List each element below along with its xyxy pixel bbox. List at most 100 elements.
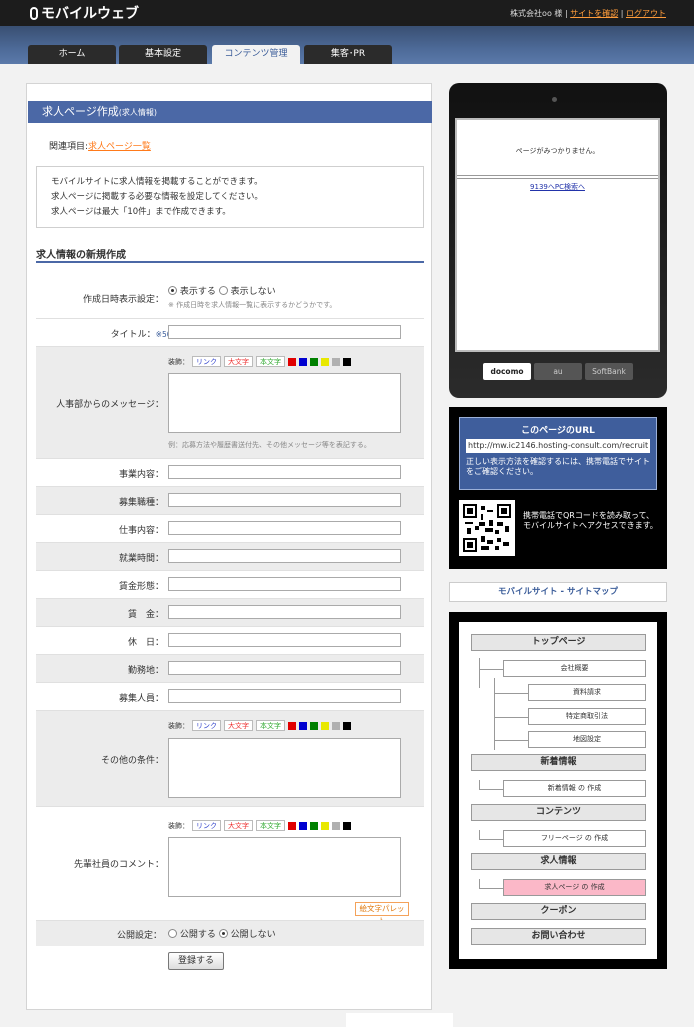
color-green-swatch[interactable] (310, 357, 318, 366)
form-row-location: 勤務地： (36, 654, 424, 682)
wage-type-input[interactable] (168, 577, 401, 591)
url-field[interactable]: http://mw.ic2146.hosting-consult.com/rec… (466, 439, 650, 453)
page-title-text: 求人ページ作成 (42, 105, 119, 118)
color-yellow-swatch[interactable] (321, 821, 329, 830)
sitemap-coupon[interactable]: クーポン (471, 903, 646, 920)
deco-toolbar: 装飾： リンク 大文字 本文字 (168, 820, 351, 831)
deco-small-button[interactable]: 本文字 (256, 720, 285, 731)
color-gray-swatch[interactable] (332, 357, 340, 366)
qr-description: 携帯電話でQRコードを読み取って、モバイルサイトへアクセスできます。 (523, 511, 658, 530)
sitemap-panel: トップページ 会社概要 資料請求 特定商取引法 地図設定 新着情報 新着情報 の… (449, 612, 667, 969)
color-green-swatch[interactable] (310, 721, 318, 730)
wage-input[interactable] (168, 605, 401, 619)
sitemap-recruit-create[interactable]: 求人ページ の 作成 (503, 879, 646, 896)
color-red-swatch[interactable] (288, 357, 296, 366)
publish-radio-group: 公開する 公開しない (168, 927, 276, 940)
other-label: その他の条件： (100, 756, 164, 766)
job-content-input[interactable] (168, 521, 401, 535)
deco-large-button[interactable]: 大文字 (224, 720, 253, 731)
deco-link-button[interactable]: リンク (192, 820, 221, 831)
form-row-hours: 就業時間： (36, 542, 424, 570)
sitemap-docs[interactable]: 資料請求 (528, 684, 646, 701)
emoji-palette-button[interactable]: 絵文字パレット (355, 902, 409, 925)
color-red-swatch[interactable] (288, 821, 296, 830)
title-input[interactable] (168, 325, 401, 339)
sitemap-contents[interactable]: コンテンツ (471, 804, 646, 821)
recruit-list-link[interactable]: 求人ページ一覧 (88, 142, 151, 152)
logo[interactable]: モバイルウェブ (30, 4, 139, 22)
color-blue-swatch[interactable] (299, 357, 307, 366)
form-row-publish: 公開設定： 公開する 公開しない (36, 920, 424, 946)
job-type-input[interactable] (168, 493, 401, 507)
business-input[interactable] (168, 465, 401, 479)
radio-hide[interactable] (218, 286, 228, 295)
color-gray-swatch[interactable] (332, 721, 340, 730)
field-label: 募集職種： (118, 498, 164, 508)
logout-link[interactable]: ログアウト (626, 9, 666, 18)
tab-promotion[interactable]: 集客･PR (304, 45, 392, 64)
deco-large-button[interactable]: 大文字 (224, 820, 253, 831)
sitemap-contact[interactable]: お問い合わせ (471, 928, 646, 945)
field-label: 勤務地： (127, 666, 164, 676)
form-row-holiday: 休 日： (36, 626, 424, 654)
color-gray-swatch[interactable] (332, 821, 340, 830)
deco-small-button[interactable]: 本文字 (256, 820, 285, 831)
view-site-link[interactable]: サイトを確認 (570, 9, 618, 18)
sitemap-news[interactable]: 新着情報 (471, 754, 646, 771)
radio-publish[interactable] (168, 929, 177, 938)
message-hint: 例：応募方法や履歴書送付先、その他メッセージ等を表記する。 (168, 441, 371, 449)
carrier-docomo-button[interactable]: docomo (483, 363, 531, 380)
sitemap-tokusho[interactable]: 特定商取引法 (528, 708, 646, 725)
field-label: 募集人員： (118, 694, 164, 704)
color-black-swatch[interactable] (343, 721, 351, 730)
tab-content-management[interactable]: コンテンツ管理 (212, 45, 300, 64)
deco-small-button[interactable]: 本文字 (256, 356, 285, 367)
hours-input[interactable] (168, 549, 401, 563)
sitemap-top-page[interactable]: トップページ (471, 634, 646, 651)
related-items: 関連項目:求人ページ一覧 (49, 139, 151, 152)
sitemap-recruit[interactable]: 求人情報 (471, 853, 646, 870)
sitemap-map[interactable]: 地図設定 (528, 731, 646, 748)
related-label: 関連項目: (49, 142, 89, 152)
tree-line (479, 839, 503, 840)
location-input[interactable] (168, 661, 401, 675)
sitemap-company[interactable]: 会社概要 (503, 660, 646, 677)
form-row-business: 事業内容： (36, 458, 424, 486)
message-textarea[interactable] (168, 373, 401, 433)
color-black-swatch[interactable] (343, 357, 351, 366)
senior-label: 先輩社員のコメント： (73, 860, 164, 870)
color-green-swatch[interactable] (310, 821, 318, 830)
deco-label: 装飾： (168, 821, 189, 830)
radio-show[interactable] (168, 286, 177, 295)
carrier-au-button[interactable]: au (534, 363, 582, 380)
color-blue-swatch[interactable] (299, 821, 307, 830)
form-row-job-content: 仕事内容： (36, 514, 424, 542)
deco-link-button[interactable]: リンク (192, 356, 221, 367)
headcount-input[interactable] (168, 689, 401, 703)
url-description: 正しい表示方法を確認するには、携帯電話でサイトをご確認ください。 (466, 457, 650, 476)
form-row-wage-type: 賃金形態： (36, 570, 424, 598)
url-box: このページのURL http://mw.ic2146.hosting-consu… (459, 417, 657, 490)
other-textarea[interactable] (168, 738, 401, 798)
carrier-softbank-button[interactable]: SoftBank (585, 363, 633, 380)
radio-unpublish-label: 公開しない (230, 930, 276, 940)
sitemap-free-create[interactable]: フリーページ の 作成 (503, 830, 646, 847)
tree-line (494, 717, 528, 718)
color-black-swatch[interactable] (343, 821, 351, 830)
color-yellow-swatch[interactable] (321, 357, 329, 366)
tab-home[interactable]: ホーム (28, 45, 116, 64)
radio-unpublish[interactable] (218, 929, 228, 938)
tab-basic-settings[interactable]: 基本設定 (119, 45, 207, 64)
color-yellow-swatch[interactable] (321, 721, 329, 730)
color-red-swatch[interactable] (288, 721, 296, 730)
color-blue-swatch[interactable] (299, 721, 307, 730)
pc-search-link[interactable]: 9139へPC検索へ (457, 182, 658, 192)
deco-link-button[interactable]: リンク (192, 720, 221, 731)
senior-textarea[interactable] (168, 837, 401, 897)
holiday-input[interactable] (168, 633, 401, 647)
register-button[interactable]: 登録する (168, 952, 224, 970)
field-label: 事業内容： (118, 470, 164, 480)
top-bar: モバイルウェブ 株式会社oo 様 | サイトを確認 | ログアウト (0, 0, 694, 26)
sitemap-news-create[interactable]: 新着情報 の 作成 (503, 780, 646, 797)
deco-large-button[interactable]: 大文字 (224, 356, 253, 367)
